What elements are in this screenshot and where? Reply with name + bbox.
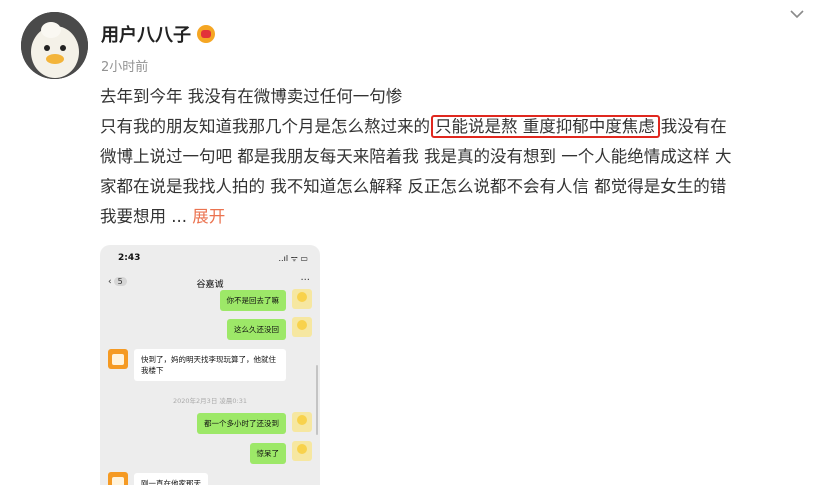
chat-bubble: 你不是回去了嘛 bbox=[219, 290, 286, 311]
post-line-2-tail: 我没有在 bbox=[660, 117, 727, 136]
status-icons: ..ıl ᯤ ▭ bbox=[278, 254, 308, 263]
chat-bubble: 都一个多小时了还没到 bbox=[197, 413, 286, 434]
status-time: 2:43 bbox=[118, 253, 141, 263]
post-line-5: 我要想用 ... 展开 bbox=[100, 202, 805, 232]
expand-link[interactable]: 展开 bbox=[192, 207, 225, 226]
username-text[interactable]: 用户八八子 bbox=[101, 25, 191, 46]
chat-screenshot-image[interactable]: 2:43 ..ıl ᯤ ▭ ‹ 5 谷嘉诚 ··· 你不是回去了嘛 这么久还没回 … bbox=[100, 245, 320, 485]
bag-avatar-icon bbox=[108, 349, 128, 369]
chat-bubble: 惊呆了 bbox=[249, 443, 286, 464]
post-line-1: 去年到今年 我没有在微博卖过任何一句惨 bbox=[100, 87, 403, 106]
highlighted-phrase: 只能说是熬 重度抑郁中度焦虑 bbox=[431, 115, 660, 138]
vip-crown-icon bbox=[197, 25, 215, 43]
post-line-3: 微博上说过一句吧 都是我朋友每天来陪着我 我是真的没有想到 一个人能绝情成这样 … bbox=[100, 147, 732, 166]
chat-bubble: 刚一直在他家那天 bbox=[134, 473, 208, 485]
duck-avatar-icon bbox=[292, 289, 312, 309]
post-line-2-text: 只有我的朋友知道我那几个月是怎么熬过来的 bbox=[100, 117, 430, 136]
more-icon: ··· bbox=[300, 275, 310, 286]
post-line-2: 只有我的朋友知道我那几个月是怎么熬过来的 只能说是熬 重度抑郁中度焦虑 我没有在 bbox=[100, 112, 805, 142]
chat-title: 谷嘉诚 bbox=[196, 280, 224, 290]
duck-avatar-icon bbox=[292, 441, 312, 461]
chevron-down-icon[interactable] bbox=[788, 8, 806, 22]
duck-avatar-icon bbox=[292, 317, 312, 337]
username[interactable]: 用户八八子 bbox=[101, 21, 215, 47]
chat-bubble: 这么久还没回 bbox=[227, 319, 286, 340]
date-stamp: 2020年2月3日 凌晨0:31 bbox=[173, 397, 247, 405]
bag-avatar-icon bbox=[108, 472, 128, 485]
post-line-5-text: 我要想用 ... bbox=[100, 207, 193, 226]
chat-bubble: 快到了，妈的明天找李现玩算了，他就住我楼下 bbox=[134, 349, 286, 381]
post-line-4: 家都在说是我找人拍的 我不知道怎么解释 反正怎么说都不会有人信 都觉得是女生的错 bbox=[100, 177, 727, 196]
post-text: 去年到今年 我没有在微博卖过任何一句惨 只有我的朋友知道我那几个月是怎么熬过来的… bbox=[100, 82, 805, 232]
post-time: 2小时前 bbox=[101, 60, 149, 75]
duck-avatar-icon bbox=[292, 412, 312, 432]
duck-avatar-icon bbox=[21, 12, 88, 79]
avatar[interactable] bbox=[21, 12, 88, 79]
